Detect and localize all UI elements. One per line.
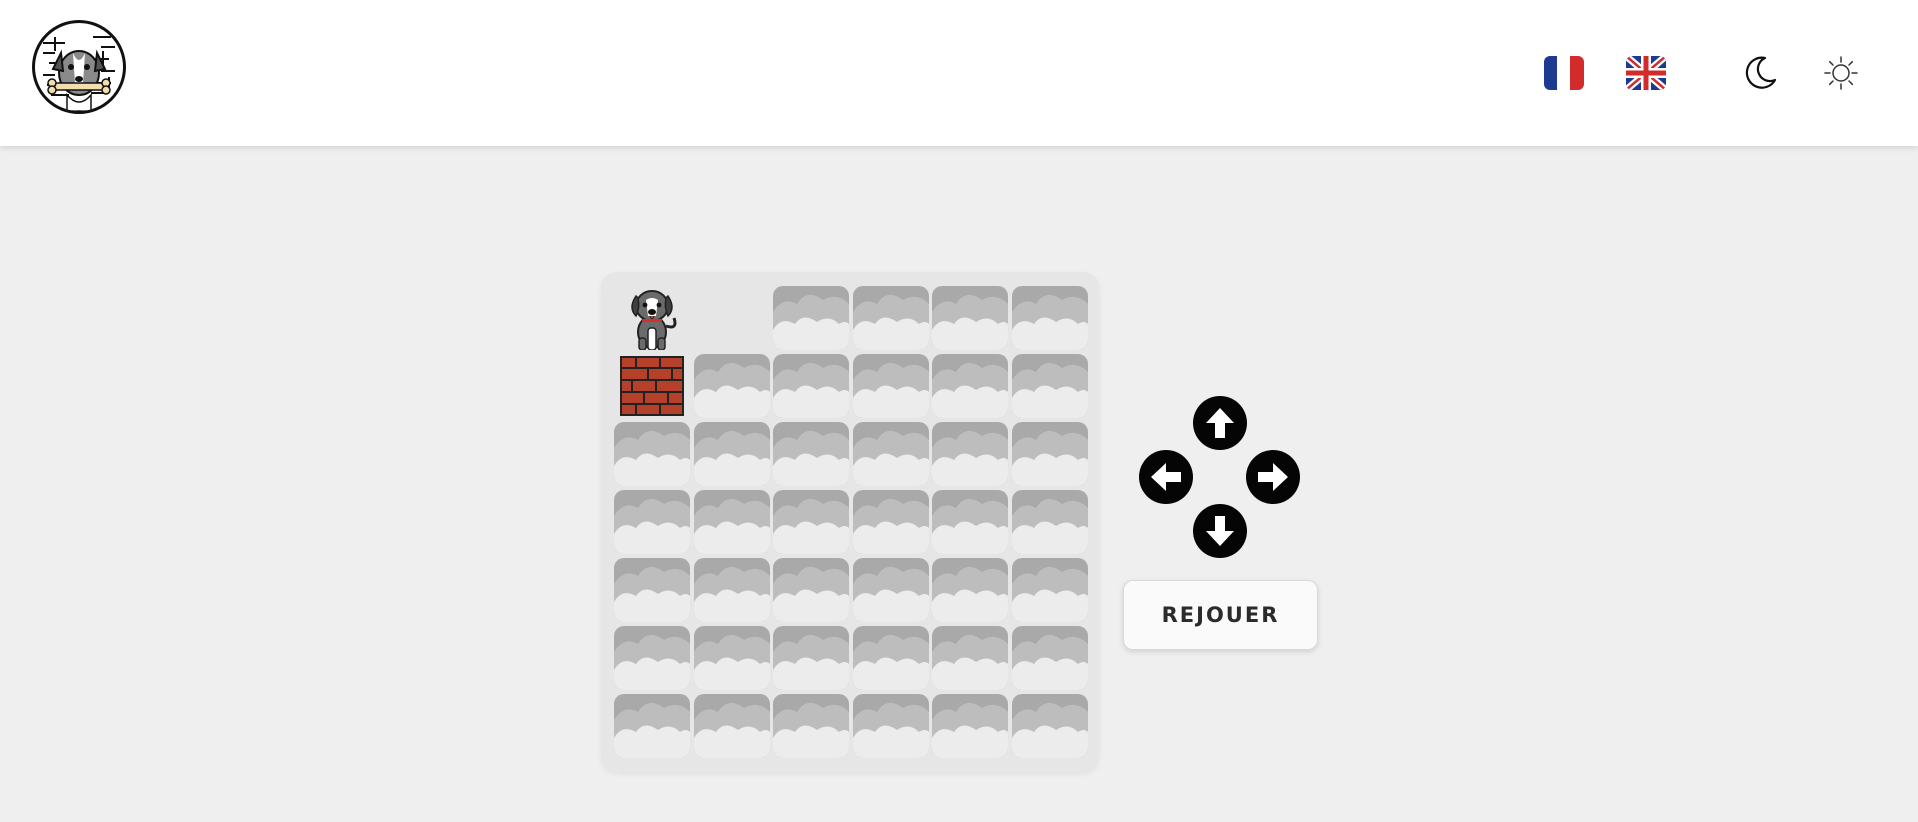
arrow-left-icon <box>1151 463 1181 491</box>
fog-cell <box>932 694 1008 758</box>
fog-cell <box>852 286 929 350</box>
dog-player-icon <box>614 286 690 350</box>
fog-cell <box>932 490 1008 554</box>
fog-cell <box>1011 490 1088 554</box>
fog-cell <box>773 354 849 418</box>
fog-cell <box>852 694 929 758</box>
fog-cell <box>773 558 849 622</box>
fog-cell <box>932 286 1008 350</box>
fog-cell <box>1011 694 1088 758</box>
fog-cell <box>693 558 770 622</box>
fog-cell <box>693 490 770 554</box>
arrow-right-button[interactable] <box>1246 450 1300 504</box>
fog-cell <box>773 694 849 758</box>
sun-icon[interactable] <box>1822 54 1860 92</box>
player-cell <box>614 286 690 350</box>
fog-cell <box>614 558 690 622</box>
flag-uk-icon[interactable] <box>1626 56 1666 90</box>
arrow-down-icon <box>1206 516 1234 546</box>
fog-cell <box>932 626 1008 690</box>
arrow-left-button[interactable] <box>1139 450 1193 504</box>
fog-cell <box>1011 558 1088 622</box>
top-header <box>0 0 1918 146</box>
fog-cell <box>773 422 849 486</box>
fog-cell <box>773 490 849 554</box>
dog-maze-logo-icon[interactable] <box>32 20 126 114</box>
open-cell <box>694 286 770 350</box>
maze-board <box>601 272 1099 772</box>
fog-cell <box>693 626 770 690</box>
fog-cell <box>614 626 690 690</box>
fog-cell <box>932 422 1008 486</box>
brick-wall-icon <box>614 354 690 418</box>
fog-cell <box>932 354 1008 418</box>
flag-france-icon[interactable] <box>1544 56 1584 90</box>
fog-cell <box>852 422 929 486</box>
fog-cell <box>932 558 1008 622</box>
fog-cell <box>852 354 929 418</box>
fog-cell <box>693 694 770 758</box>
moon-icon[interactable] <box>1741 54 1779 92</box>
fog-cell <box>1011 286 1088 350</box>
fog-cell <box>852 558 929 622</box>
fog-cell <box>693 354 770 418</box>
arrow-down-button[interactable] <box>1193 504 1247 558</box>
fog-cell <box>852 626 929 690</box>
fog-cell <box>773 286 849 350</box>
fog-cell <box>614 694 690 758</box>
fog-cell <box>614 490 690 554</box>
fog-cell <box>693 422 770 486</box>
fog-cell <box>614 422 690 486</box>
arrow-up-button[interactable] <box>1193 396 1247 450</box>
fog-cell <box>1011 422 1088 486</box>
fog-cell <box>1011 626 1088 690</box>
fog-cell <box>1011 354 1088 418</box>
fog-cell <box>852 490 929 554</box>
arrow-right-icon <box>1258 463 1288 491</box>
fog-cell <box>773 626 849 690</box>
brick-wall-cell <box>614 354 690 418</box>
arrow-up-icon <box>1206 408 1234 438</box>
replay-button[interactable]: REJOUER <box>1123 580 1318 650</box>
